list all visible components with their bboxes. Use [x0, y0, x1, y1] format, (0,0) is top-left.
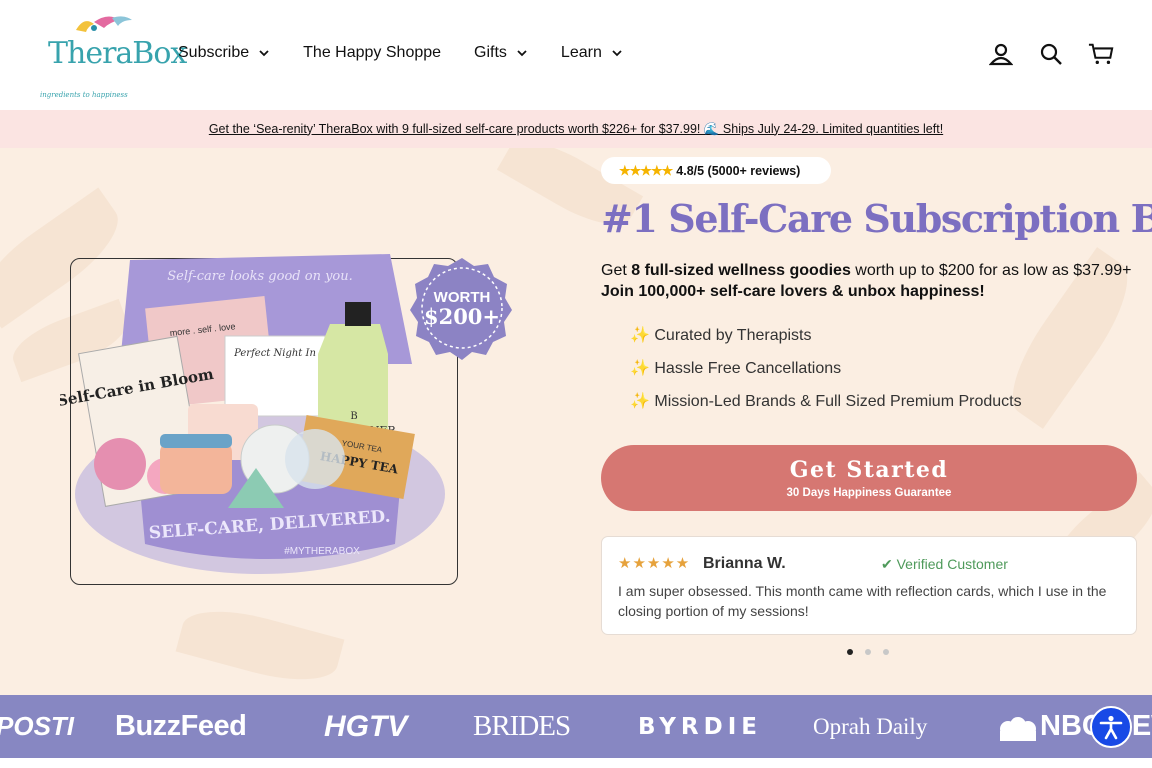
- sub-mid: worth up to $200 for as low as $37.99+: [850, 262, 1132, 279]
- nav-gifts[interactable]: Gifts: [474, 44, 528, 62]
- verified-badge: ✔ Verified Customer: [881, 556, 1008, 572]
- account-icon[interactable]: [988, 40, 1014, 68]
- rating-stars: ★★★★★: [619, 162, 673, 178]
- carousel-dot-3[interactable]: [883, 649, 889, 655]
- get-started-button[interactable]: Get Started 30 Days Happiness Guarantee: [601, 445, 1137, 511]
- header-icons: [988, 40, 1114, 68]
- review-text: I am super obsessed. This month came wit…: [618, 583, 1107, 619]
- nav-subscribe-label: Subscribe: [178, 44, 250, 61]
- chevron-down-icon: [259, 50, 269, 57]
- chevron-down-icon: [612, 50, 622, 57]
- box-hashtag-text: #MYTHERABOX: [284, 546, 360, 557]
- feature-item: ✨ Curated by Therapists: [630, 327, 812, 344]
- nbc-peacock-icon: [1000, 716, 1036, 741]
- nav-subscribe[interactable]: Subscribe: [178, 44, 270, 62]
- press-logo-post: POSTI: [0, 711, 75, 741]
- review-stars: ★★★★★: [618, 555, 691, 572]
- reviewer-name: Brianna W.: [703, 555, 786, 572]
- carousel-dots: [847, 649, 889, 655]
- logo-tagline: ingredients to happiness: [40, 91, 128, 99]
- accessibility-icon: [1099, 715, 1123, 740]
- review-card: ★★★★★ Brianna W. ✔ Verified Customer I a…: [601, 536, 1137, 635]
- chevron-down-icon: [517, 50, 527, 57]
- main-nav: Subscribe The Happy Shoppe Gifts Learn: [178, 44, 623, 62]
- announcement-bar: Get the ‘Sea-renity’ TheraBox with 9 ful…: [0, 110, 1152, 148]
- cta-sublabel: 30 Days Happiness Guarantee: [786, 487, 952, 499]
- mask-text: Perfect Night In: [233, 348, 316, 359]
- nav-gifts-label: Gifts: [474, 44, 507, 61]
- hero-section: Self-care looks good on you. SELF-CARE, …: [0, 148, 1152, 695]
- press-logo-hgtv: HGTV: [324, 709, 408, 743]
- therabox-logo[interactable]: TheraBox ingredients to happiness: [36, 8, 187, 104]
- nav-happy-shoppe[interactable]: The Happy Shoppe: [303, 44, 441, 62]
- decor-leaf: [175, 598, 345, 693]
- rating-pill: ★★★★★ 4.8/5 (5000+ reviews): [601, 157, 831, 184]
- press-logo-buzzfeed: BuzzFeed: [115, 710, 247, 742]
- hero-headline: #1 Self-Care Subscription Box: [601, 196, 1152, 241]
- logo-wordmark: TheraBox: [48, 36, 187, 71]
- rating-text: 4.8/5 (5000+ reviews): [676, 163, 801, 178]
- site-header: TheraBox ingredients to happiness Subscr…: [0, 0, 1152, 110]
- nav-learn[interactable]: Learn: [561, 44, 623, 62]
- feature-item: ✨ Mission-Led Brands & Full Sized Premiu…: [630, 393, 1022, 410]
- press-logo-brides: BRIDES: [473, 710, 571, 742]
- search-icon[interactable]: [1038, 40, 1064, 68]
- sub-bold1: 8 full-sized wellness goodies: [631, 262, 851, 279]
- cart-icon[interactable]: [1088, 40, 1114, 68]
- sub-bold2: Join 100,000+ self-care lovers & unbox h…: [601, 283, 985, 300]
- nav-learn-label: Learn: [560, 44, 602, 61]
- accessibility-button[interactable]: [1090, 706, 1132, 748]
- worth-badge: WORTH $200+: [410, 258, 512, 360]
- sub-pre: Get: [601, 262, 632, 279]
- announcement-link[interactable]: Get the ‘Sea-renity’ TheraBox with 9 ful…: [209, 122, 943, 137]
- nav-happy-shoppe-label: The Happy Shoppe: [303, 44, 442, 61]
- cta-label: Get Started: [789, 457, 949, 483]
- carousel-dot-2[interactable]: [865, 649, 871, 655]
- press-logo-byrdie: BYRDIE: [638, 713, 762, 740]
- press-logos-band: POSTI BuzzFeed HGTV BRIDES BYRDIE Oprah …: [0, 695, 1152, 758]
- bottom-strip: [0, 758, 1152, 768]
- hero-subtext: Get 8 full-sized wellness goodies worth …: [601, 260, 1141, 302]
- toner-letter-text: B: [350, 411, 357, 422]
- feature-list: ✨ Curated by Therapists ✨ Hassle Free Ca…: [630, 326, 1022, 425]
- feature-item: ✨ Hassle Free Cancellations: [630, 360, 842, 377]
- carousel-dot-1[interactable]: [847, 649, 853, 655]
- badge-line2: $200+: [424, 304, 500, 329]
- box-lid-text: Self-care looks good on you.: [167, 269, 353, 284]
- press-logo-oprah-daily: Oprah Daily: [813, 713, 928, 739]
